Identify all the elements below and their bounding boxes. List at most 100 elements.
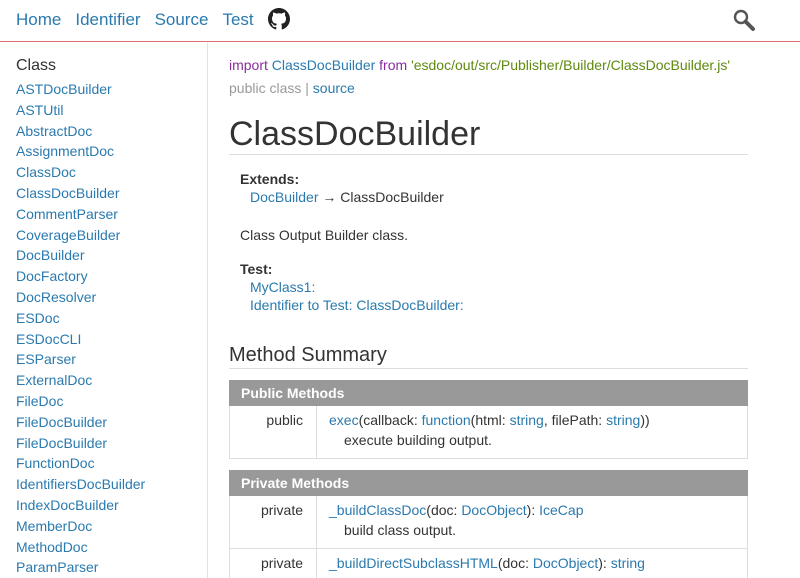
sidebar-item: CommentParser <box>16 204 145 225</box>
sidebar-item: FileDocBuilder <box>16 433 145 454</box>
sidebar-class-link[interactable]: ESDocCLI <box>16 331 81 347</box>
sidebar-item: ClassDocBuilder <box>16 183 145 204</box>
param-name: html <box>475 412 502 428</box>
nav-test-link[interactable]: Test <box>222 10 253 30</box>
type-link[interactable]: DocObject <box>533 555 598 571</box>
type-link[interactable]: string <box>510 412 544 428</box>
test-section: Test: MyClass1: Identifier to Test: Clas… <box>240 261 464 313</box>
class-description: Class Output Builder class. <box>240 227 409 243</box>
nav-identifier-link[interactable]: Identifier <box>75 10 140 30</box>
sidebar-class-link[interactable]: FunctionDoc <box>16 455 95 471</box>
sidebar-class-link[interactable]: ClassDoc <box>16 164 76 180</box>
method-signature: _buildClassDoc(doc: DocObject): IceCap b… <box>316 495 748 549</box>
sidebar-item: ASTDocBuilder <box>16 79 145 100</box>
method-access: public <box>229 405 317 459</box>
sidebar-item: FileDoc <box>16 391 145 412</box>
sidebar-class-link[interactable]: MemberDoc <box>16 518 92 534</box>
sidebar-item: ESParser <box>16 349 145 370</box>
sidebar-item: CoverageBuilder <box>16 225 145 246</box>
sidebar-class-link[interactable]: DocFactory <box>16 268 88 284</box>
sidebar-class-link[interactable]: MethodDoc <box>16 539 88 555</box>
sidebar-class-link[interactable]: DocResolver <box>16 289 96 305</box>
public-methods-header: Public Methods <box>229 380 748 406</box>
sidebar-item: MethodDoc <box>16 537 145 558</box>
sidebar-item: ASTUtil <box>16 100 145 121</box>
page-title: ClassDocBuilder <box>229 115 748 155</box>
extends-label: Extends: <box>240 171 300 187</box>
sidebar-class-link[interactable]: ESParser <box>16 351 76 367</box>
sidebar-class-link[interactable]: CommentParser <box>16 206 118 222</box>
sidebar-item: ESDoc <box>16 308 145 329</box>
sidebar-item: AbstractDoc <box>16 121 145 142</box>
type-link[interactable]: DocObject <box>461 502 526 518</box>
top-nav: Home Identifier Source Test <box>16 8 290 30</box>
github-icon[interactable] <box>267 8 290 30</box>
sidebar-class-link[interactable]: AssignmentDoc <box>16 143 114 159</box>
extends-chain: DocBuilder → ClassDocBuilder <box>240 189 444 205</box>
nav-source-link[interactable]: Source <box>155 10 209 30</box>
extends-arrow: → <box>322 189 337 205</box>
sidebar-item: IdentifiersDocBuilder <box>16 474 145 495</box>
from-keyword: from <box>379 57 408 73</box>
sidebar-item: ClassDoc <box>16 162 145 183</box>
method-signature: _buildDirectSubclassHTML(doc: DocObject)… <box>316 548 748 578</box>
sidebar-class-link[interactable]: ASTUtil <box>16 102 63 118</box>
method-link-exec[interactable]: exec <box>329 412 359 428</box>
meta-separator: | <box>305 80 309 96</box>
sidebar-class-link[interactable]: FileDoc <box>16 393 63 409</box>
param-name: callback <box>363 412 414 428</box>
search-icon[interactable] <box>732 8 756 32</box>
sidebar-class-link[interactable]: AbstractDoc <box>16 123 92 139</box>
sidebar-item: ExternalDoc <box>16 370 145 391</box>
import-path: 'esdoc/out/src/Publisher/Builder/ClassDo… <box>411 57 730 73</box>
test-item: MyClass1: <box>240 279 464 295</box>
sidebar: Class ASTDocBuilder ASTUtil AbstractDoc Ass… <box>0 43 208 578</box>
source-link[interactable]: source <box>313 80 355 96</box>
sidebar-item: DocResolver <box>16 287 145 308</box>
table-row: private _buildDirectSubclassHTML(doc: Do… <box>229 548 748 578</box>
method-access: private <box>229 495 317 549</box>
sidebar-class-list: ASTDocBuilder ASTUtil AbstractDoc Assignmen… <box>16 79 145 578</box>
method-signature: exec(callback: function(html: string, fi… <box>316 405 748 459</box>
sidebar-item: ParamParser <box>16 557 145 578</box>
import-class-name: ClassDocBuilder <box>271 57 376 73</box>
return-type-link[interactable]: IceCap <box>539 502 583 518</box>
extends-parent-link[interactable]: DocBuilder <box>250 189 318 205</box>
test-label: Test: <box>240 261 273 277</box>
test-link-myclass1[interactable]: MyClass1: <box>250 279 315 295</box>
type-link[interactable]: string <box>606 412 640 428</box>
public-methods-table: Public Methods public exec(callback: fun… <box>229 380 748 459</box>
sidebar-class-link[interactable]: IndexDocBuilder <box>16 497 119 513</box>
sidebar-class-link[interactable]: ExternalDoc <box>16 372 92 388</box>
sidebar-class-link[interactable]: DocBuilder <box>16 247 84 263</box>
param-name: filePath <box>551 412 599 428</box>
sidebar-class-link[interactable]: CoverageBuilder <box>16 227 120 243</box>
sidebar-class-link[interactable]: ASTDocBuilder <box>16 81 112 97</box>
private-methods-header: Private Methods <box>229 470 748 496</box>
test-link-identifier[interactable]: Identifier to Test: ClassDocBuilder: <box>250 297 464 313</box>
sidebar-class-link[interactable]: FileDocBuilder <box>16 414 107 430</box>
sidebar-class-link[interactable]: ClassDocBuilder <box>16 185 119 201</box>
nav-home-link[interactable]: Home <box>16 10 61 30</box>
sidebar-class-link[interactable]: FileDocBuilder <box>16 435 107 451</box>
method-description: execute building output. <box>344 432 492 448</box>
return-type-link[interactable]: string <box>611 555 645 571</box>
sidebar-class-link[interactable]: ParamParser <box>16 559 98 575</box>
table-row: private _buildClassDoc(doc: DocObject): … <box>229 495 748 549</box>
method-link-buildclassdoc[interactable]: _buildClassDoc <box>329 502 426 518</box>
class-kind: public class <box>229 80 302 96</box>
sidebar-item: FunctionDoc <box>16 453 145 474</box>
sidebar-item: FileDocBuilder <box>16 412 145 433</box>
type-link[interactable]: function <box>422 412 471 428</box>
method-description: build class output. <box>344 522 457 538</box>
sidebar-class-link[interactable]: IdentifiersDocBuilder <box>16 476 145 492</box>
sidebar-item: ESDocCLI <box>16 329 145 350</box>
method-link-builddirectsubclasshtml[interactable]: _buildDirectSubclassHTML <box>329 555 498 571</box>
private-methods-table: Private Methods private _buildClassDoc(d… <box>229 470 748 578</box>
sidebar-item: IndexDocBuilder <box>16 495 145 516</box>
sidebar-class-link[interactable]: ESDoc <box>16 310 60 326</box>
main-content: import ClassDocBuilder from 'esdoc/out/s… <box>229 43 800 578</box>
import-statement: import ClassDocBuilder from 'esdoc/out/s… <box>229 57 730 73</box>
test-item: Identifier to Test: ClassDocBuilder: <box>240 297 464 313</box>
class-meta: public class | source <box>229 80 355 96</box>
